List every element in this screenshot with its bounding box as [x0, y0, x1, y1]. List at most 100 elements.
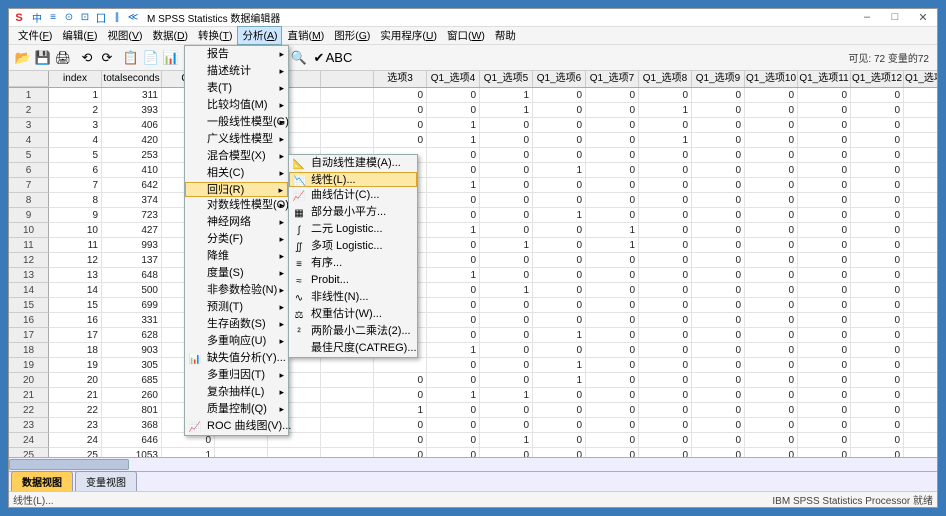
submenu-item[interactable]: 📉线性(L)...	[289, 172, 417, 187]
menu-视图[interactable]: 视图(V)	[102, 26, 147, 45]
table-row[interactable]: 334060010000000000吸收特别快..特别滋润,..5	[9, 118, 937, 133]
menu-item[interactable]: 一般线性模型(G)	[185, 114, 288, 131]
table-row[interactable]: 113110001000000000味道不喜欢..香味合适,..2	[9, 88, 937, 103]
column-header[interactable]: Q1_选项9	[692, 71, 745, 87]
menu-item[interactable]: 表(T)	[185, 80, 288, 97]
menu-编辑[interactable]: 编辑(E)	[57, 26, 102, 45]
column-header[interactable]	[321, 71, 374, 87]
menu-直销[interactable]: 直销(M)	[282, 26, 329, 45]
submenu-item[interactable]: ∬多项 Logistic...	[289, 238, 417, 255]
table-row[interactable]: 22228011100000000000用后一分钟..质地还行,..2	[9, 403, 937, 418]
menu-item[interactable]: 质量控制(Q)	[185, 401, 288, 418]
submenu-item[interactable]: ∫二元 Logistic...	[289, 221, 417, 238]
column-header[interactable]: Q1_选项12	[851, 71, 904, 87]
toolbar-btn-15[interactable]: ABC	[329, 47, 349, 67]
submenu-item[interactable]: ⚖权重估计(W)...	[289, 306, 417, 323]
table-row[interactable]: 24246460001000000000有点淡闷,..淡淡的黄色..5	[9, 433, 937, 448]
tab-data-view[interactable]: 数据视图	[11, 471, 73, 491]
table-row[interactable]: 21212600011000000000质地轻, 易..紧致感, 味..5	[9, 388, 937, 403]
quick-icon[interactable]: ⊙	[62, 11, 76, 25]
menu-item[interactable]: 生存函数(S)	[185, 316, 288, 333]
toolbar-btn-4[interactable]: ⟳	[97, 48, 117, 68]
quick-icon[interactable]: 囗	[94, 11, 108, 25]
table-row[interactable]: 23233681000000000000稍微厚重些..质地会稍湿..5	[9, 418, 937, 433]
table-row[interactable]: 55253000000000000有点油腻,..保湿度适宜..3	[9, 148, 937, 163]
toolbar-btn-6[interactable]: 📄	[141, 48, 161, 68]
menu-item[interactable]: 描述统计	[185, 63, 288, 80]
table-row[interactable]: 99723100100000000优点是味道..优点是保湿..5	[9, 208, 937, 223]
table-row[interactable]: 1919305000100000000很好推开,..很好推开,..5	[9, 358, 937, 373]
menu-item[interactable]: 报告	[185, 46, 288, 63]
menu-item[interactable]: 复杂抽样(L)	[185, 384, 288, 401]
quick-icon[interactable]: ∥	[110, 11, 124, 25]
column-header[interactable]: index	[49, 71, 102, 87]
column-header[interactable]: Q1_选项13	[904, 71, 937, 87]
table-row[interactable]: 1616331000000000000没什么味道..味道清香,..5	[9, 313, 937, 328]
submenu-item[interactable]: ▦部分最小平方...	[289, 204, 417, 221]
submenu-item[interactable]: ²两阶最小二乘法(2)...	[289, 323, 417, 340]
table-row[interactable]: 77642110000000000喜欢味道,..滋润保持持..5	[9, 178, 937, 193]
analyze-menu-dropdown[interactable]: 报告描述统计表(T)比较均值(M)一般线性模型(G)广义线性模型混合模型(X)相…	[184, 45, 289, 436]
menu-实用程序[interactable]: 实用程序(U)	[375, 26, 442, 45]
toolbar-btn-7[interactable]: 📊	[161, 48, 181, 68]
scroll-thumb[interactable]	[9, 459, 129, 470]
menu-item[interactable]: 多重响应(U)	[185, 333, 288, 350]
menu-转换[interactable]: 转换(T)	[193, 26, 237, 45]
table-row[interactable]: 8837400000000000005的肤感,..2号质地清..5	[9, 193, 937, 208]
table-row[interactable]: 1414500101000000000超喜欢这款..不太喜欢这..1	[9, 283, 937, 298]
table-row[interactable]: 1212137000000000000不太喜欢喜欢5	[9, 253, 937, 268]
menu-item[interactable]: 预测(T)	[185, 299, 288, 316]
menu-item[interactable]: 神经网络	[185, 214, 288, 231]
menu-分析[interactable]: 分析(A)	[237, 26, 282, 45]
table-row[interactable]: 444200010001000000有点难推开..很容易推开..5	[9, 133, 937, 148]
table-row[interactable]: 1111993001010000000初使用感觉..比较清透,..5	[9, 238, 937, 253]
toolbar-btn-1[interactable]: 💾	[33, 48, 53, 68]
menu-item[interactable]: 比较均值(M)	[185, 97, 288, 114]
column-header[interactable]: Q1_选项5	[480, 71, 533, 87]
menu-item[interactable]: 相关(C)	[185, 165, 288, 182]
table-row[interactable]: 66410000100000000即时紧致感..这款更加温..5	[9, 163, 937, 178]
data-grid[interactable]: 113110001000000000味道不喜欢..香味合适,..22239300…	[9, 88, 937, 457]
table-row[interactable]: 1010427010010000000易推开, 味..易推开, 味..2	[9, 223, 937, 238]
menu-帮助[interactable]: 帮助	[490, 26, 521, 45]
menu-item[interactable]: 分类(F)	[185, 231, 288, 248]
toolbar-btn-3[interactable]: ⟲	[77, 48, 97, 68]
close-button[interactable]: ✕	[909, 11, 937, 24]
maximize-button[interactable]: □	[881, 11, 909, 24]
tab-variable-view[interactable]: 变量视图	[75, 471, 137, 491]
column-header[interactable]: Q1_选项4	[427, 71, 480, 87]
menu-item[interactable]: 度量(S)	[185, 265, 288, 282]
table-row[interactable]: 1717628100100000000吸收快, 有..好推开, 更..5	[9, 328, 937, 343]
column-header[interactable]: Q1_选项10	[745, 71, 798, 87]
column-header[interactable]: Q1_选项6	[533, 71, 586, 87]
column-header[interactable]: Q1_选项7	[586, 71, 639, 87]
table-row[interactable]: 1818903010000000000质地算不坏..比较油腻,..1	[9, 343, 937, 358]
toolbar-btn-0[interactable]: 📂	[13, 48, 33, 68]
submenu-item[interactable]: ≡有序...	[289, 255, 417, 272]
menu-文件[interactable]: 文件(F)	[13, 26, 57, 45]
menu-窗口[interactable]: 窗口(W)	[442, 26, 490, 45]
submenu-item[interactable]: ∿非线性(N)...	[289, 289, 417, 306]
table-row[interactable]: 223930001001000000较轻薄, 易..较厚重, 连..4	[9, 103, 937, 118]
regression-submenu[interactable]: 📐自动线性建模(A)...📉线性(L)...📈曲线估计(C)...▦部分最小平方…	[288, 154, 418, 358]
column-header[interactable]: 选项3	[374, 71, 427, 87]
menu-item[interactable]: 回归(R)	[185, 182, 288, 197]
quick-icon[interactable]: 中	[30, 11, 44, 25]
menu-item[interactable]: 对数线性模型(O)	[185, 197, 288, 214]
menu-item[interactable]: 📊缺失值分析(Y)...	[185, 350, 288, 367]
column-header[interactable]: Q1_选项8	[639, 71, 692, 87]
column-header[interactable]: Q1_选项11	[798, 71, 851, 87]
menu-item[interactable]: 非参数检验(N)	[185, 282, 288, 299]
toolbar-btn-13[interactable]: 🔍	[289, 48, 309, 68]
horizontal-scrollbar[interactable]	[9, 457, 937, 471]
minimize-button[interactable]: –	[853, 11, 881, 24]
menu-item[interactable]: 多重归因(T)	[185, 367, 288, 384]
menu-数据[interactable]: 数据(D)	[147, 26, 193, 45]
submenu-item[interactable]: 📈曲线估计(C)...	[289, 187, 417, 204]
submenu-item[interactable]: 最佳尺度(CATREG)...	[289, 340, 417, 357]
quick-icon[interactable]: ≪	[126, 11, 140, 25]
menu-图形[interactable]: 图形(G)	[329, 26, 375, 45]
table-row[interactable]: 1313648010000000000吸收的速度..感觉稍微有..2	[9, 268, 937, 283]
menu-item[interactable]: 广义线性模型	[185, 131, 288, 148]
column-header[interactable]: totalseconds	[102, 71, 162, 87]
